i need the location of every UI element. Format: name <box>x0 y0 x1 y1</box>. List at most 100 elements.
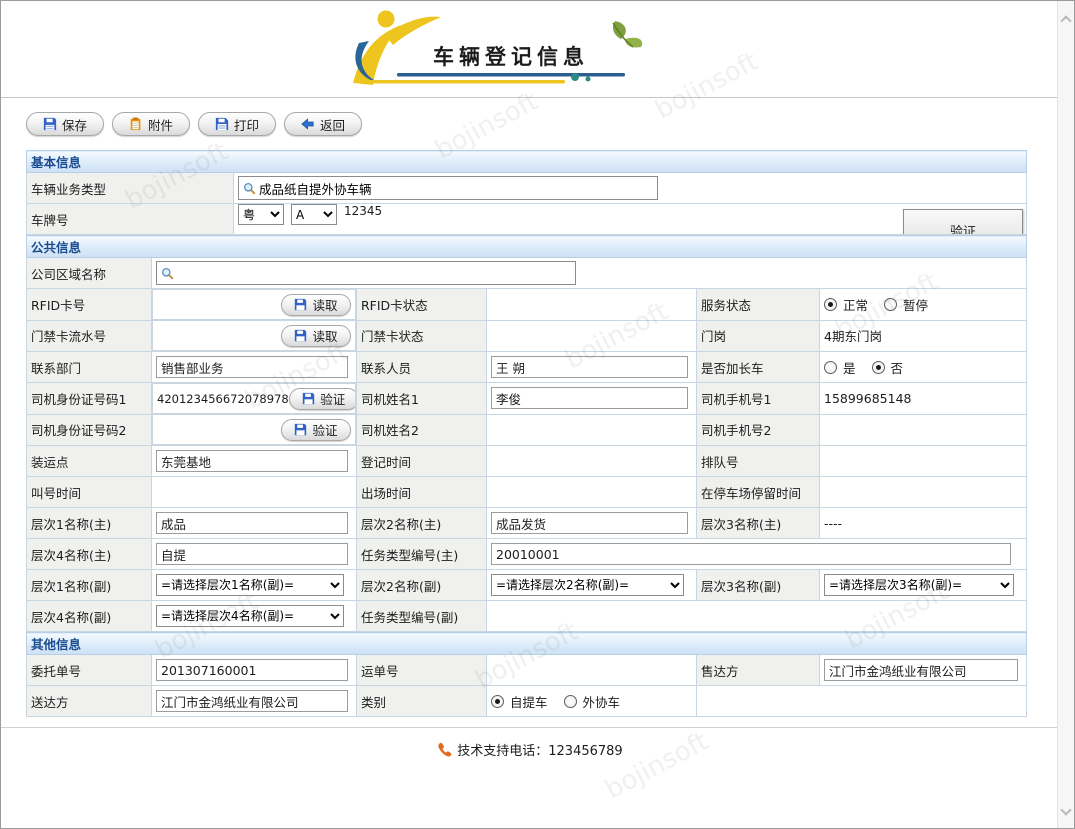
long-vehicle-cell: 是 否 <box>820 352 1027 383</box>
basic-info-section-header: 基本信息 <box>27 151 1027 173</box>
scrollbar[interactable] <box>1057 1 1074 828</box>
waybill-number-label: 运单号 <box>357 655 487 686</box>
level1-main-input[interactable]: 成品 <box>156 512 348 534</box>
level2-sub-select[interactable]: =请选择层次2名称(副)= <box>491 574 684 596</box>
attachment-button[interactable]: 附件 <box>112 112 190 136</box>
save-button[interactable]: 保存 <box>26 112 104 136</box>
ship-to-input[interactable]: 江门市金鸿纸业有限公司 <box>156 690 348 712</box>
commission-number-label: 委托单号 <box>27 655 152 686</box>
back-button[interactable]: 返回 <box>284 112 362 136</box>
queue-number-value <box>820 446 1027 477</box>
access-read-button[interactable]: 读取 <box>281 325 351 347</box>
level3-sub-cell: =请选择层次3名称(副)= <box>820 570 1027 601</box>
business-type-searchbox[interactable] <box>238 176 658 200</box>
level4-main-input[interactable]: 自提 <box>156 543 348 565</box>
task-type-main-input[interactable]: 20010001 <box>491 543 1011 565</box>
company-area-input[interactable] <box>177 263 571 283</box>
plate-number-value: 12345 <box>344 204 382 218</box>
driver1-verify-button[interactable]: 验证 <box>289 388 356 410</box>
rfid-read-button[interactable]: 读取 <box>281 294 351 316</box>
level4-sub-label: 层次4名称(副) <box>27 601 152 632</box>
long-vehicle-radio-group: 是 否 <box>824 358 913 377</box>
service-status-cell: 正常 暂停 <box>820 289 1027 321</box>
business-type-label: 车辆业务类型 <box>27 173 234 204</box>
long-yes-radio[interactable] <box>824 361 837 374</box>
driver1-id-cell: 420123456672078978 验证 <box>152 383 356 414</box>
parking-stay-label: 在停车场停留时间 <box>697 477 820 508</box>
level2-sub-label: 层次2名称(副) <box>357 570 487 601</box>
level4-sub-select[interactable]: =请选择层次4名称(副)= <box>156 605 344 627</box>
task-type-main-cell: 20010001 <box>487 539 1027 570</box>
exit-time-label: 出场时间 <box>357 477 487 508</box>
task-type-sub-value <box>487 601 1027 632</box>
contact-dept-label: 联系部门 <box>27 352 152 383</box>
page-header: 车辆登记信息 <box>1 1 1074 98</box>
level3-sub-select[interactable]: =请选择层次3名称(副)= <box>824 574 1014 596</box>
driver1-name-label: 司机姓名1 <box>357 383 487 415</box>
scroll-up-icon[interactable] <box>1060 15 1071 26</box>
level1-sub-select[interactable]: =请选择层次1名称(副)= <box>156 574 344 596</box>
driver2-phone-value <box>820 414 1027 446</box>
footer: 技术支持电话：123456789 <box>1 740 1059 759</box>
save-icon <box>294 423 307 436</box>
category-self-pickup-radio[interactable] <box>491 695 504 708</box>
level1-main-label: 层次1名称(主) <box>27 508 152 539</box>
driver2-name-value <box>487 414 697 446</box>
basic-info-table: 基本信息 车辆业务类型 车牌号 粤 A 12345 验证 <box>26 150 1027 235</box>
service-status-label: 服务状态 <box>697 289 820 321</box>
company-area-cell <box>152 258 1027 289</box>
support-phone-text: 技术支持电话：123456789 <box>457 740 622 759</box>
plate-letter-select[interactable]: A <box>291 204 337 225</box>
level2-main-cell: 成品发货 <box>487 508 697 539</box>
registration-time-label: 登记时间 <box>357 446 487 477</box>
leaf-decoration-icon <box>599 17 649 59</box>
driver1-id-value: 420123456672078978 <box>157 392 289 406</box>
service-pause-radio[interactable] <box>884 298 897 311</box>
contact-dept-input[interactable]: 销售部业务 <box>156 356 348 378</box>
level2-main-input[interactable]: 成品发货 <box>491 512 688 534</box>
sold-to-input[interactable]: 江门市金鸿纸业有限公司 <box>824 659 1018 681</box>
plate-label: 车牌号 <box>27 204 234 235</box>
print-button[interactable]: 打印 <box>198 112 276 136</box>
driver1-name-cell: 李俊 <box>487 383 697 415</box>
business-type-cell <box>234 173 1027 204</box>
contact-person-input[interactable]: 王 朔 <box>491 356 688 378</box>
commission-number-input[interactable]: 201307160001 <box>156 659 348 681</box>
save-icon <box>294 329 307 342</box>
ship-to-cell: 江门市金鸿纸业有限公司 <box>152 686 357 717</box>
category-outsourced-radio[interactable] <box>564 695 577 708</box>
scroll-down-icon[interactable] <box>1060 804 1071 815</box>
access-status-value <box>487 320 697 352</box>
gate-value: 4期东门岗 <box>820 320 1027 352</box>
company-area-searchbox[interactable] <box>156 261 576 285</box>
plate-cell: 粤 A 12345 验证 <box>234 204 1027 235</box>
driver2-phone-label: 司机手机号2 <box>697 414 820 446</box>
footer-divider <box>1 727 1059 728</box>
driver1-id-label: 司机身份证号码1 <box>27 383 152 415</box>
magnifier-icon <box>243 182 256 195</box>
toolbar: 保存 附件 打印 返回 <box>26 112 1074 136</box>
business-type-input[interactable] <box>259 178 653 198</box>
phone-icon <box>437 742 452 757</box>
driver1-name-input[interactable]: 李俊 <box>491 387 688 409</box>
exit-time-value <box>487 477 697 508</box>
company-area-label: 公司区域名称 <box>27 258 152 289</box>
level1-sub-label: 层次1名称(副) <box>27 570 152 601</box>
plate-province-select[interactable]: 粤 <box>238 204 284 225</box>
contact-person-label: 联系人员 <box>357 352 487 383</box>
driver1-phone-label: 司机手机号1 <box>697 383 820 415</box>
contact-dept-cell: 销售部业务 <box>152 352 357 383</box>
loading-point-input[interactable]: 东莞基地 <box>156 450 348 472</box>
plate-verify-button[interactable]: 验证 <box>903 209 1023 235</box>
public-info-section-header: 公共信息 <box>27 236 1027 258</box>
service-normal-radio[interactable] <box>824 298 837 311</box>
commission-number-cell: 201307160001 <box>152 655 357 686</box>
other-info-section-header: 其他信息 <box>27 633 1027 655</box>
long-no-radio[interactable] <box>872 361 885 374</box>
registration-time-value <box>487 446 697 477</box>
level3-main-label: 层次3名称(主) <box>697 508 820 539</box>
call-time-label: 叫号时间 <box>27 477 152 508</box>
level2-sub-cell: =请选择层次2名称(副)= <box>487 570 697 601</box>
level4-main-cell: 自提 <box>152 539 357 570</box>
driver2-verify-button[interactable]: 验证 <box>281 419 351 441</box>
